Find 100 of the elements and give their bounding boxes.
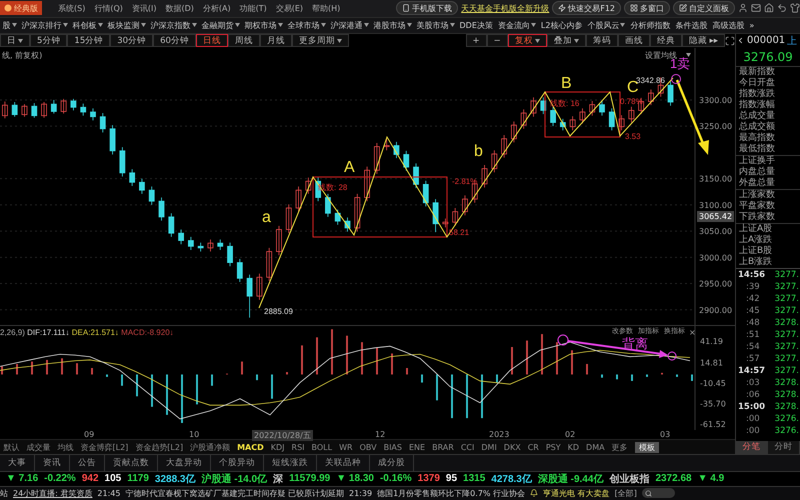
- chart-tool-button[interactable]: 画线: [618, 34, 650, 48]
- chart-tool-button[interactable]: −: [486, 34, 508, 48]
- period-tab[interactable]: 日线: [196, 34, 228, 48]
- indicator-tab[interactable]: DMA: [582, 442, 608, 452]
- more-nav-button[interactable]: »: [746, 20, 757, 30]
- menu-item[interactable]: 行情(Q): [91, 2, 126, 14]
- nav-item[interactable]: 条件选股: [672, 20, 710, 31]
- nav-item[interactable]: 板块监测: [105, 20, 148, 31]
- nav-item[interactable]: L2核心内参: [538, 20, 585, 31]
- nav-item[interactable]: 沪深港通: [328, 20, 371, 31]
- app-logo[interactable]: 经典版: [0, 1, 42, 16]
- indicator-tab[interactable]: BOLL: [308, 442, 336, 452]
- candlestick: [158, 196, 164, 220]
- nav-item[interactable]: 港股市场: [371, 20, 414, 31]
- menu-item[interactable]: 帮助(H): [309, 2, 344, 14]
- indicator-tab[interactable]: WR: [336, 442, 356, 452]
- chart-tool-button[interactable]: +: [466, 34, 487, 48]
- news-headline[interactable]: 宁德时代宜春枧下窝选矿厂基建完工时间存疑 已较原计划延期: [125, 488, 344, 499]
- indicator-tab[interactable]: 成交量: [23, 442, 54, 453]
- promo-link[interactable]: 天天基金手机版全新升级: [461, 2, 550, 14]
- menu-item[interactable]: 系统(S): [55, 2, 88, 14]
- all-news-button[interactable]: [全部]: [614, 488, 637, 499]
- template-button[interactable]: 模板: [635, 442, 660, 453]
- period-tab[interactable]: 30分钟: [110, 34, 154, 48]
- nav-item[interactable]: 期权市场: [242, 20, 285, 31]
- nav-item[interactable]: 高级选股: [710, 20, 747, 31]
- mail-icon[interactable]: [751, 3, 761, 14]
- indicator-tab[interactable]: DMI: [478, 442, 500, 452]
- menu-item[interactable]: 功能(T): [236, 2, 270, 14]
- nav-item[interactable]: 个股风云: [584, 20, 628, 31]
- chart-tool-button[interactable]: 叠加: [546, 34, 586, 48]
- close-button[interactable]: ×: [689, 328, 696, 336]
- nav-item[interactable]: 沪深京指数: [148, 20, 199, 31]
- chart-tool-button[interactable]: 经典: [650, 34, 682, 48]
- indicator-tab[interactable]: 沪股通净额: [186, 442, 234, 453]
- menu-item[interactable]: 数据(D): [162, 2, 197, 14]
- nav-item[interactable]: 全球市场: [285, 20, 328, 31]
- indicator-tab[interactable]: 默认: [0, 442, 23, 453]
- indicator-tab[interactable]: ENE: [405, 442, 429, 452]
- news-headline[interactable]: 德国1月份零售额环比下降0.7% 行业协会: [377, 488, 526, 499]
- period-tab[interactable]: 60分钟: [153, 34, 196, 48]
- indicator-tab[interactable]: CR: [524, 442, 542, 452]
- indicator-tab[interactable]: KD: [564, 442, 583, 452]
- candlestick: [648, 88, 654, 106]
- toolbar-button[interactable]: 快速交易F12: [552, 1, 621, 16]
- shirt-icon[interactable]: [790, 3, 800, 14]
- quote-field-label: 内盘总量: [739, 166, 776, 178]
- candlestick: [354, 192, 360, 232]
- indicator-tab[interactable]: DKX: [500, 442, 524, 452]
- candlestick: [266, 246, 272, 281]
- nav-item[interactable]: 沪深京排行: [19, 20, 70, 31]
- indicator-tab[interactable]: KDJ: [267, 442, 288, 452]
- indicator-tab[interactable]: RSI: [288, 442, 308, 452]
- undo-icon[interactable]: [777, 3, 787, 14]
- period-tab[interactable]: 5分钟: [30, 34, 68, 48]
- home-icon[interactable]: [764, 3, 774, 14]
- bar: [436, 374, 438, 400]
- nav-item[interactable]: 美股市场: [414, 20, 457, 31]
- nav-item[interactable]: 科创板: [70, 20, 105, 31]
- period-tab[interactable]: 15分钟: [67, 34, 110, 48]
- toolbar-button[interactable]: 自定义面板: [673, 1, 735, 16]
- indicator-tab[interactable]: BIAS: [380, 442, 406, 452]
- bell-icon: [530, 489, 538, 498]
- indicator-tab[interactable]: MACD: [234, 442, 268, 452]
- trade-alert[interactable]: 亨通光电 有大卖盘: [543, 488, 610, 499]
- user-icon[interactable]: [738, 3, 748, 14]
- period-tab[interactable]: 日: [0, 34, 30, 48]
- indicator-tab[interactable]: 均线: [54, 442, 77, 453]
- ticker-value: 沪股通 -14.0亿: [202, 472, 268, 486]
- indicator-tab[interactable]: 更多: [608, 442, 632, 453]
- tick-time: :00: [745, 414, 760, 424]
- nav-item[interactable]: 分析师指数: [628, 20, 673, 31]
- nav-item[interactable]: 资金流向: [495, 20, 538, 31]
- indicator-tab[interactable]: CCI: [457, 442, 478, 452]
- fullscreen-icon[interactable]: [725, 36, 735, 46]
- detail-tab[interactable]: 分时: [768, 440, 800, 454]
- menu-item[interactable]: 分析(A): [200, 2, 234, 14]
- back-icon[interactable]: [736, 36, 745, 46]
- toolbar-button[interactable]: 多窗口: [624, 1, 670, 16]
- nav-item[interactable]: 股: [0, 20, 19, 31]
- period-tab[interactable]: 月线: [260, 34, 292, 48]
- live-link[interactable]: 24小时直播: 君笑资质: [13, 488, 92, 499]
- nav-item[interactable]: 金融期货: [199, 20, 242, 31]
- detail-tab[interactable]: 分笔: [736, 440, 768, 454]
- search-field[interactable]: [642, 488, 675, 498]
- period-tab[interactable]: 周线: [228, 34, 260, 48]
- chart-tool-button[interactable]: 复权: [508, 34, 547, 48]
- indicator-tab[interactable]: OBV: [356, 442, 380, 452]
- indicator-tab[interactable]: 资金趋势[L2]: [132, 442, 187, 453]
- nav-item[interactable]: DDE决策: [457, 20, 496, 31]
- chart-tool-button[interactable]: 筹码: [586, 34, 618, 48]
- menu-item[interactable]: 交易(E): [272, 2, 306, 14]
- menu-item[interactable]: 资讯(I): [128, 2, 160, 14]
- ticker-value: 1315: [463, 473, 486, 484]
- indicator-tab[interactable]: PSY: [542, 442, 564, 452]
- chart-tool-button[interactable]: 隐藏 ▸▸: [682, 34, 725, 48]
- period-tab[interactable]: 更多周期: [292, 34, 349, 48]
- indicator-tab[interactable]: BRAR: [428, 442, 458, 452]
- download-button[interactable]: 手机版下载: [396, 1, 458, 16]
- indicator-tab[interactable]: 资金博弈[L2]: [77, 442, 132, 453]
